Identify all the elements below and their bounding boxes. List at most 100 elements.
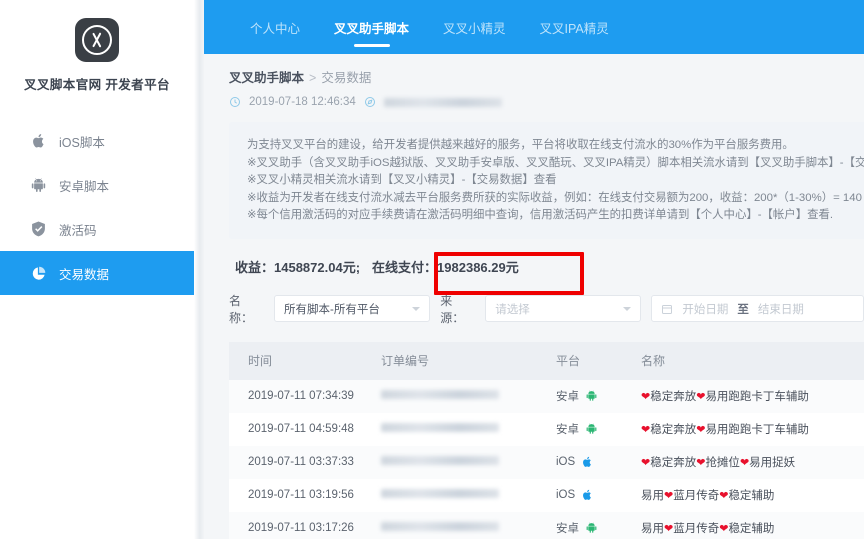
filter-bar: 名称： 所有脚本-所有平台 来源： 请选择 开始日期 至 结束日期: [229, 292, 864, 326]
meta-line: 2019-07-18 12:46:34: [229, 96, 864, 108]
sidebar-item-android[interactable]: 安卓脚本: [0, 163, 194, 207]
heart-icon: ❤: [696, 424, 705, 436]
pie-chart-icon: [31, 265, 46, 281]
cell-time: 2019-07-11 07:34:39: [229, 390, 381, 402]
breadcrumb-current: 交易数据: [321, 71, 371, 85]
sidebar-item-label: 安卓脚本: [59, 176, 109, 195]
sidebar-item-ios[interactable]: iOS脚本: [0, 119, 194, 163]
name-filter-select[interactable]: 所有脚本-所有平台: [274, 295, 430, 322]
cell-order-masked: [381, 423, 556, 435]
android-icon: [31, 177, 46, 193]
logo-block: 叉叉脚本官网 开发者平台: [0, 0, 194, 93]
page-timestamp: 2019-07-18 12:46:34: [249, 96, 356, 108]
cell-name: ❤稳定奔放❤易用跑跑卡丁车辅助: [641, 421, 864, 437]
revenue-summary: 收益：1458872.04元;: [235, 257, 360, 276]
heart-icon: ❤: [641, 424, 650, 436]
sidebar-item-transaction-data[interactable]: 交易数据: [0, 251, 194, 295]
start-date-input[interactable]: 开始日期: [682, 301, 728, 317]
platform-label: iOS: [556, 489, 575, 501]
breadcrumb-separator: >: [309, 71, 316, 85]
end-date-input[interactable]: 结束日期: [758, 301, 804, 317]
table-row[interactable]: 2019-07-11 04:59:48 安卓 ❤稳定奔放❤易用跑跑卡丁车辅助: [229, 413, 864, 446]
breadcrumb: 叉叉助手脚本 > 交易数据: [229, 67, 864, 86]
tab-label: 叉叉IPA精灵: [540, 18, 609, 37]
table-row[interactable]: 2019-07-11 03:37:33 iOS ❤稳定奔放❤抢摊位❤易用捉妖: [229, 446, 864, 479]
cell-platform: iOS: [556, 456, 641, 469]
revenue-value: 1458872.04元;: [274, 260, 360, 275]
cell-platform: 安卓: [556, 421, 641, 437]
platform-label: 安卓: [556, 421, 579, 437]
sidebar-item-label: 交易数据: [59, 264, 109, 283]
cell-time: 2019-07-11 03:37:33: [229, 456, 381, 468]
source-filter-label: 来源：: [440, 292, 475, 326]
notice-line: ※叉叉助手（含叉叉助手iOS越狱版、叉叉助手安卓版、叉叉酷玩、叉叉IPA精灵）脚…: [247, 155, 864, 173]
cell-name: ❤稳定奔放❤易用跑跑卡丁车辅助: [641, 388, 864, 404]
heart-icon: ❤: [664, 490, 673, 502]
xx-logo-icon: [75, 18, 119, 62]
tab-label: 叉叉助手脚本: [334, 18, 409, 37]
heart-icon: ❤: [641, 391, 650, 403]
column-header-time: 时间: [229, 352, 381, 369]
cell-time: 2019-07-11 04:59:48: [229, 423, 381, 435]
online-payment-value: 1982386.29元: [437, 260, 519, 275]
brand-title: 叉叉脚本官网 开发者平台: [0, 74, 194, 93]
top-tabs: 个人中心 叉叉助手脚本 叉叉小精灵 叉叉IPA精灵: [233, 0, 626, 54]
platform-label: 安卓: [556, 520, 579, 536]
cell-name: ❤稳定奔放❤抢摊位❤易用捉妖: [641, 454, 864, 470]
sidebar: 叉叉脚本官网 开发者平台 iOS脚本 安卓脚本 激活码: [0, 0, 194, 539]
column-header-order: 订单编号: [381, 352, 556, 369]
table-row[interactable]: 2019-07-11 03:17:26 安卓 易用❤蓝月传奇❤稳定辅助: [229, 512, 864, 539]
table-row[interactable]: 2019-07-11 03:19:56 iOS 易用❤蓝月传奇❤稳定辅助: [229, 479, 864, 512]
cell-time: 2019-07-11 03:17:26: [229, 522, 381, 534]
clock-icon: [229, 96, 241, 108]
column-header-name: 名称: [641, 352, 864, 369]
breadcrumb-parent[interactable]: 叉叉助手脚本: [229, 71, 304, 85]
shield-check-icon: [31, 221, 46, 237]
source-filter-select[interactable]: 请选择: [485, 295, 641, 322]
notice-line: ※叉叉小精灵相关流水请到【叉叉小精灵】-【交易数据】查看: [247, 172, 864, 190]
sidebar-item-activation-code[interactable]: 激活码: [0, 207, 194, 251]
sidebar-item-label: iOS脚本: [59, 132, 105, 151]
cell-order-masked: [381, 489, 556, 501]
cell-time: 2019-07-11 03:19:56: [229, 489, 381, 501]
heart-icon: ❤: [664, 523, 673, 535]
notice-line: 为支持叉叉平台的建设，给开发者提供越来越好的服务，平台将收取在线支付流水的30%…: [247, 137, 864, 155]
breadcrumb-bar: 叉叉助手脚本 > 交易数据 2019-07-18 12:46:34: [204, 54, 864, 108]
name-filter-label: 名称：: [229, 292, 264, 326]
cell-order-masked: [381, 522, 556, 534]
apple-icon: [582, 489, 594, 502]
cell-platform: iOS: [556, 489, 641, 502]
online-payment-label: 在线支付：: [372, 260, 437, 275]
platform-label: iOS: [556, 456, 575, 468]
android-icon: [586, 390, 598, 403]
heart-icon: ❤: [719, 490, 728, 502]
heart-icon: ❤: [696, 457, 705, 469]
user-id-masked: [384, 98, 502, 107]
apple-icon: [582, 456, 594, 469]
app-root: 叉叉脚本官网 开发者平台 iOS脚本 安卓脚本 激活码: [0, 0, 864, 539]
date-range-separator: 至: [737, 301, 749, 317]
cell-platform: 安卓: [556, 388, 641, 404]
android-icon: [586, 423, 598, 436]
heart-icon: ❤: [696, 391, 705, 403]
table-header-row: 时间 订单编号 平台 名称 来源 类: [229, 342, 864, 380]
tab-assistant-script[interactable]: 叉叉助手脚本: [317, 0, 426, 54]
cell-name: 易用❤蓝月传奇❤稳定辅助: [641, 487, 864, 503]
android-icon: [586, 522, 598, 535]
sidebar-nav: iOS脚本 安卓脚本 激活码 交易数据: [0, 119, 194, 295]
table-row[interactable]: 2019-07-11 07:34:39 安卓 ❤稳定奔放❤易用跑跑卡丁车辅助: [229, 380, 864, 413]
date-range-picker[interactable]: 开始日期 至 结束日期: [651, 295, 864, 322]
sidebar-divider: [194, 0, 204, 539]
tab-ipa-sprite[interactable]: 叉叉IPA精灵: [523, 0, 626, 54]
cell-order-masked: [381, 390, 556, 402]
tab-personal-center[interactable]: 个人中心: [233, 0, 317, 54]
apple-icon: [31, 133, 46, 149]
top-navbar: 个人中心 叉叉助手脚本 叉叉小精灵 叉叉IPA精灵: [204, 0, 864, 54]
tab-label: 叉叉小精灵: [443, 18, 506, 37]
online-payment-summary: 在线支付：1982386.29元: [372, 257, 519, 276]
tab-sprite[interactable]: 叉叉小精灵: [426, 0, 523, 54]
platform-label: 安卓: [556, 388, 579, 404]
heart-icon: ❤: [719, 523, 728, 535]
cell-platform: 安卓: [556, 520, 641, 536]
sidebar-item-label: 激活码: [59, 220, 97, 239]
